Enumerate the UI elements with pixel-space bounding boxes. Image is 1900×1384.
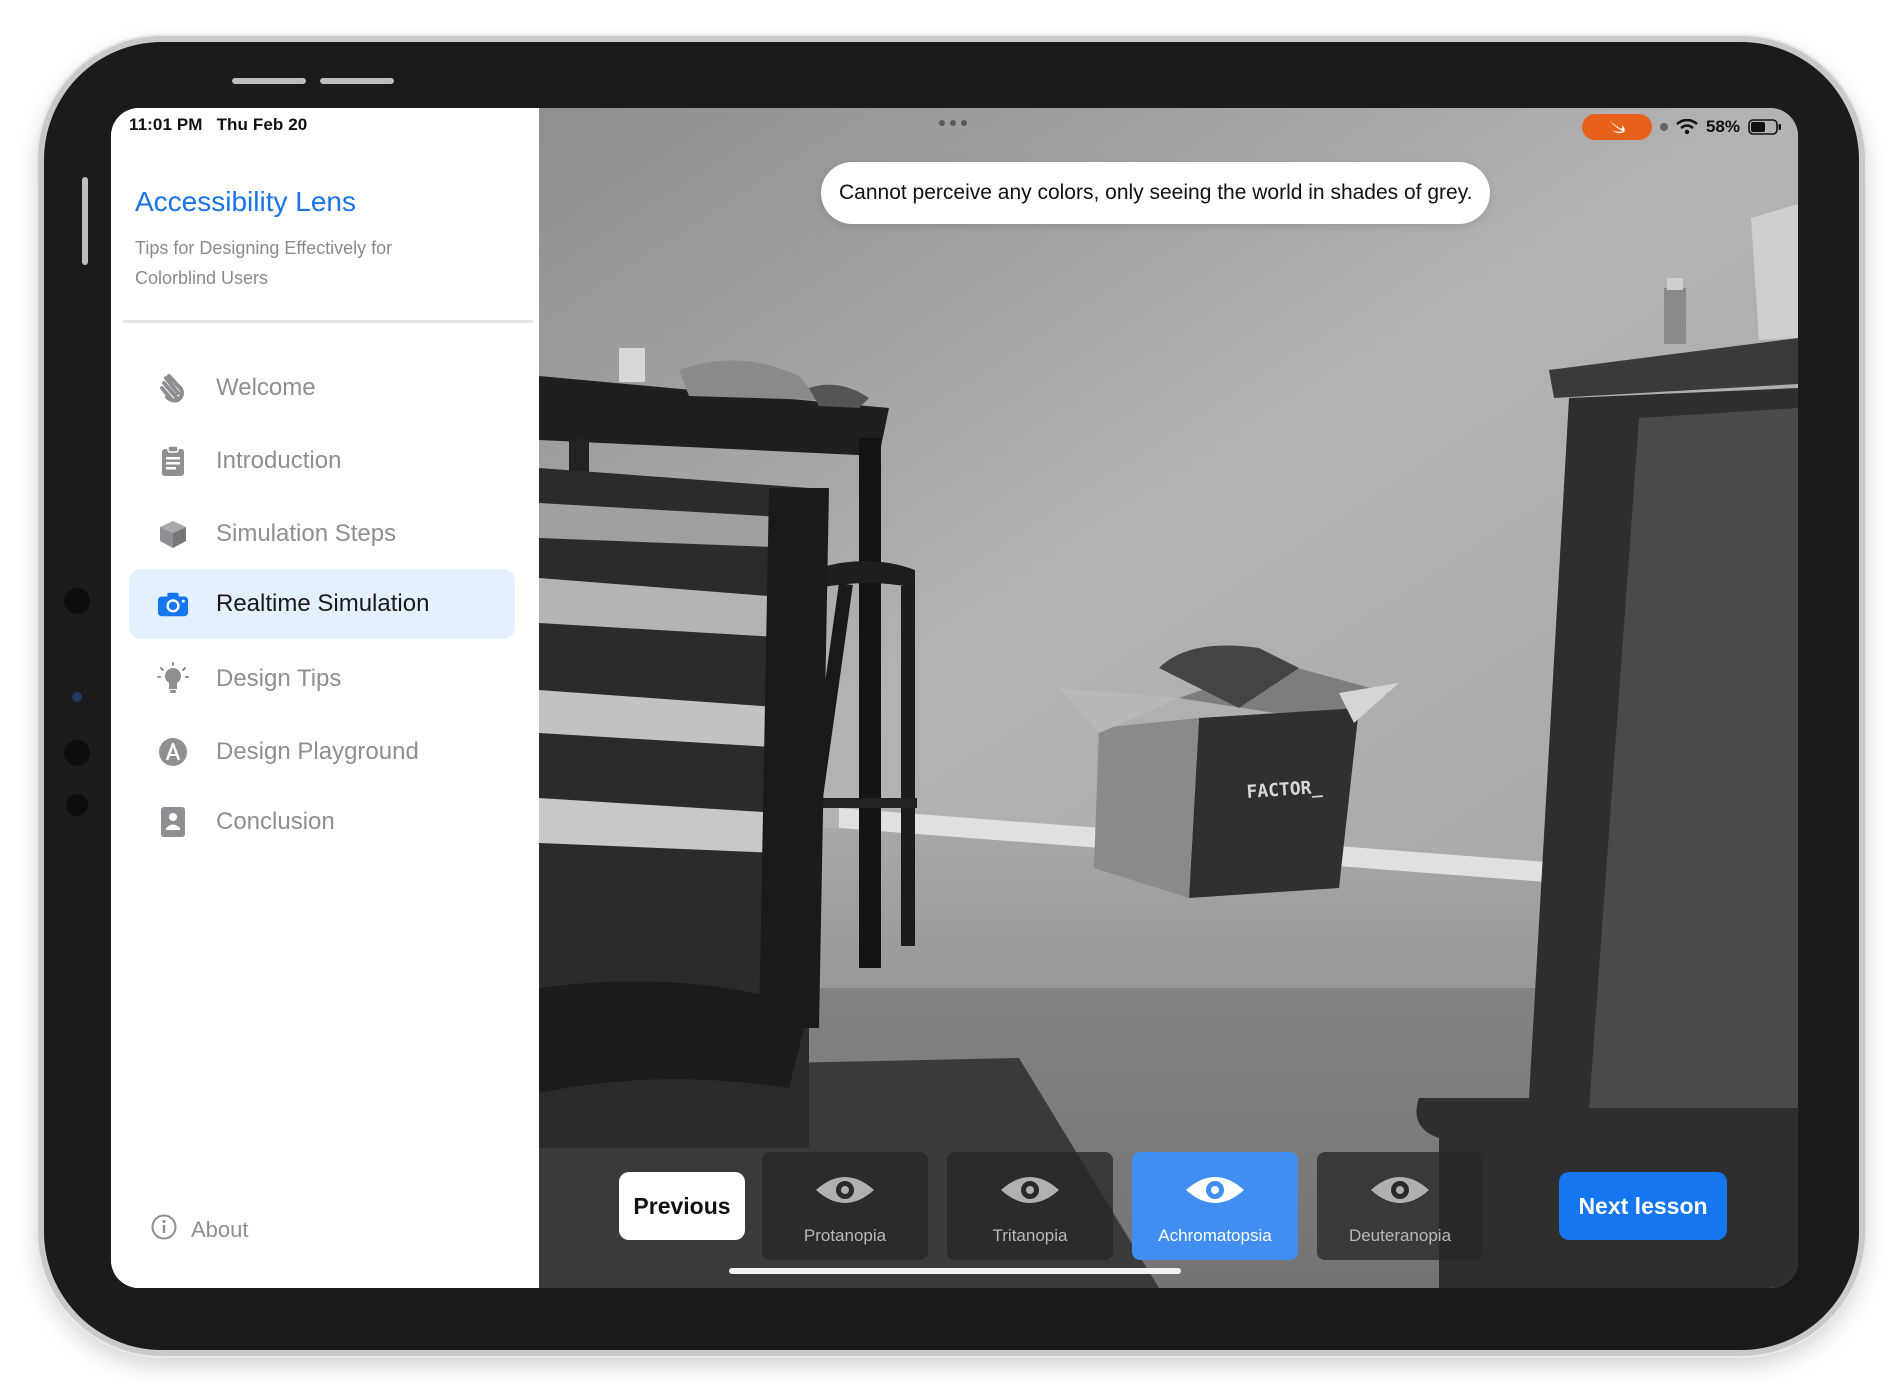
sidebar-item-simulation-steps[interactable]: Simulation Steps xyxy=(129,499,515,569)
status-time: 11:01 PM xyxy=(129,115,203,134)
camera-icon xyxy=(157,588,189,620)
about-button[interactable]: About xyxy=(151,1214,249,1245)
simulation-description: Cannot perceive any colors, only seeing … xyxy=(821,162,1491,224)
sidebar-item-welcome[interactable]: Welcome xyxy=(129,353,515,423)
pencil-circle-icon xyxy=(157,736,189,768)
filter-deuteranopia[interactable]: Deuteranopia xyxy=(1317,1152,1483,1260)
multitasking-handle[interactable] xyxy=(939,120,979,128)
next-lesson-button[interactable]: Next lesson xyxy=(1559,1172,1727,1240)
swift-icon xyxy=(1609,121,1625,134)
sensor xyxy=(66,794,88,816)
app-subtitle: Tips for Designing Effectively for Color… xyxy=(135,238,393,288)
eye-icon xyxy=(1186,1177,1244,1203)
filter-label: Deuteranopia xyxy=(1348,1226,1452,1245)
home-indicator[interactable] xyxy=(729,1268,1181,1274)
status-date: Thu Feb 20 xyxy=(216,115,308,134)
eye-icon xyxy=(1001,1177,1059,1203)
previous-button[interactable]: Previous xyxy=(619,1172,745,1240)
camera-in-use-dot xyxy=(1659,123,1668,131)
battery-percent: 58% xyxy=(1705,117,1740,136)
divider xyxy=(123,320,533,323)
screen: 11:01 PM Thu Feb 20 Accessibility Lens Ti… xyxy=(111,108,1798,1288)
filter-label: Achromatopsia xyxy=(1158,1226,1272,1245)
sensor xyxy=(64,740,90,766)
sidebar-item-label: Realtime Simulation xyxy=(216,590,430,617)
badge-icon xyxy=(157,806,189,838)
filter-label: Tritanopia xyxy=(992,1226,1068,1245)
front-camera xyxy=(64,588,90,614)
volume-button xyxy=(320,78,394,84)
sidebar-item-label: Design Playground xyxy=(216,738,419,765)
status-bar-right: 58% xyxy=(1581,114,1782,140)
filter-achromatopsia[interactable]: Achromatopsia xyxy=(1132,1152,1298,1260)
sidebar-item-design-playground[interactable]: Design Playground xyxy=(129,717,515,787)
volume-button xyxy=(232,78,306,84)
cube-icon xyxy=(157,518,189,550)
about-label: About xyxy=(191,1216,249,1242)
filter-label: Protanopia xyxy=(803,1226,887,1245)
battery-icon xyxy=(1748,119,1781,135)
camera-view: FACTOR_ 58% Cannot perceive any colors, … xyxy=(539,108,1798,1288)
clipboard-icon xyxy=(157,445,189,477)
status-bar-left: 11:01 PM Thu Feb 20 xyxy=(129,115,321,135)
sidebar-item-label: Introduction xyxy=(216,447,342,474)
wifi-icon xyxy=(1676,119,1698,135)
screen-recording-pill[interactable] xyxy=(1581,114,1652,140)
eye-icon xyxy=(816,1177,874,1203)
filter-tritanopia[interactable]: Tritanopia xyxy=(947,1152,1113,1260)
sidebar-item-conclusion[interactable]: Conclusion xyxy=(129,787,515,857)
camera-feed: FACTOR_ xyxy=(539,108,1798,1288)
sidebar-item-introduction[interactable]: Introduction xyxy=(129,426,515,496)
power-button xyxy=(82,177,88,265)
filter-protanopia[interactable]: Protanopia xyxy=(762,1152,928,1260)
sidebar-item-label: Design Tips xyxy=(216,665,342,692)
sidebar-item-design-tips[interactable]: Design Tips xyxy=(129,644,515,714)
info-icon xyxy=(151,1214,177,1245)
eye-icon xyxy=(1371,1177,1429,1203)
lightbulb-icon xyxy=(157,662,189,695)
camera-lens xyxy=(72,692,82,702)
app-title: Accessibility Lens xyxy=(135,186,356,217)
sidebar-item-label: Welcome xyxy=(216,374,316,401)
sidebar-item-label: Conclusion xyxy=(216,808,335,835)
sidebar-item-label: Simulation Steps xyxy=(216,520,397,547)
sidebar: 11:01 PM Thu Feb 20 Accessibility Lens Ti… xyxy=(111,108,539,1288)
hand-wave-icon xyxy=(157,372,189,404)
sidebar-item-realtime-simulation[interactable]: Realtime Simulation xyxy=(129,569,515,639)
